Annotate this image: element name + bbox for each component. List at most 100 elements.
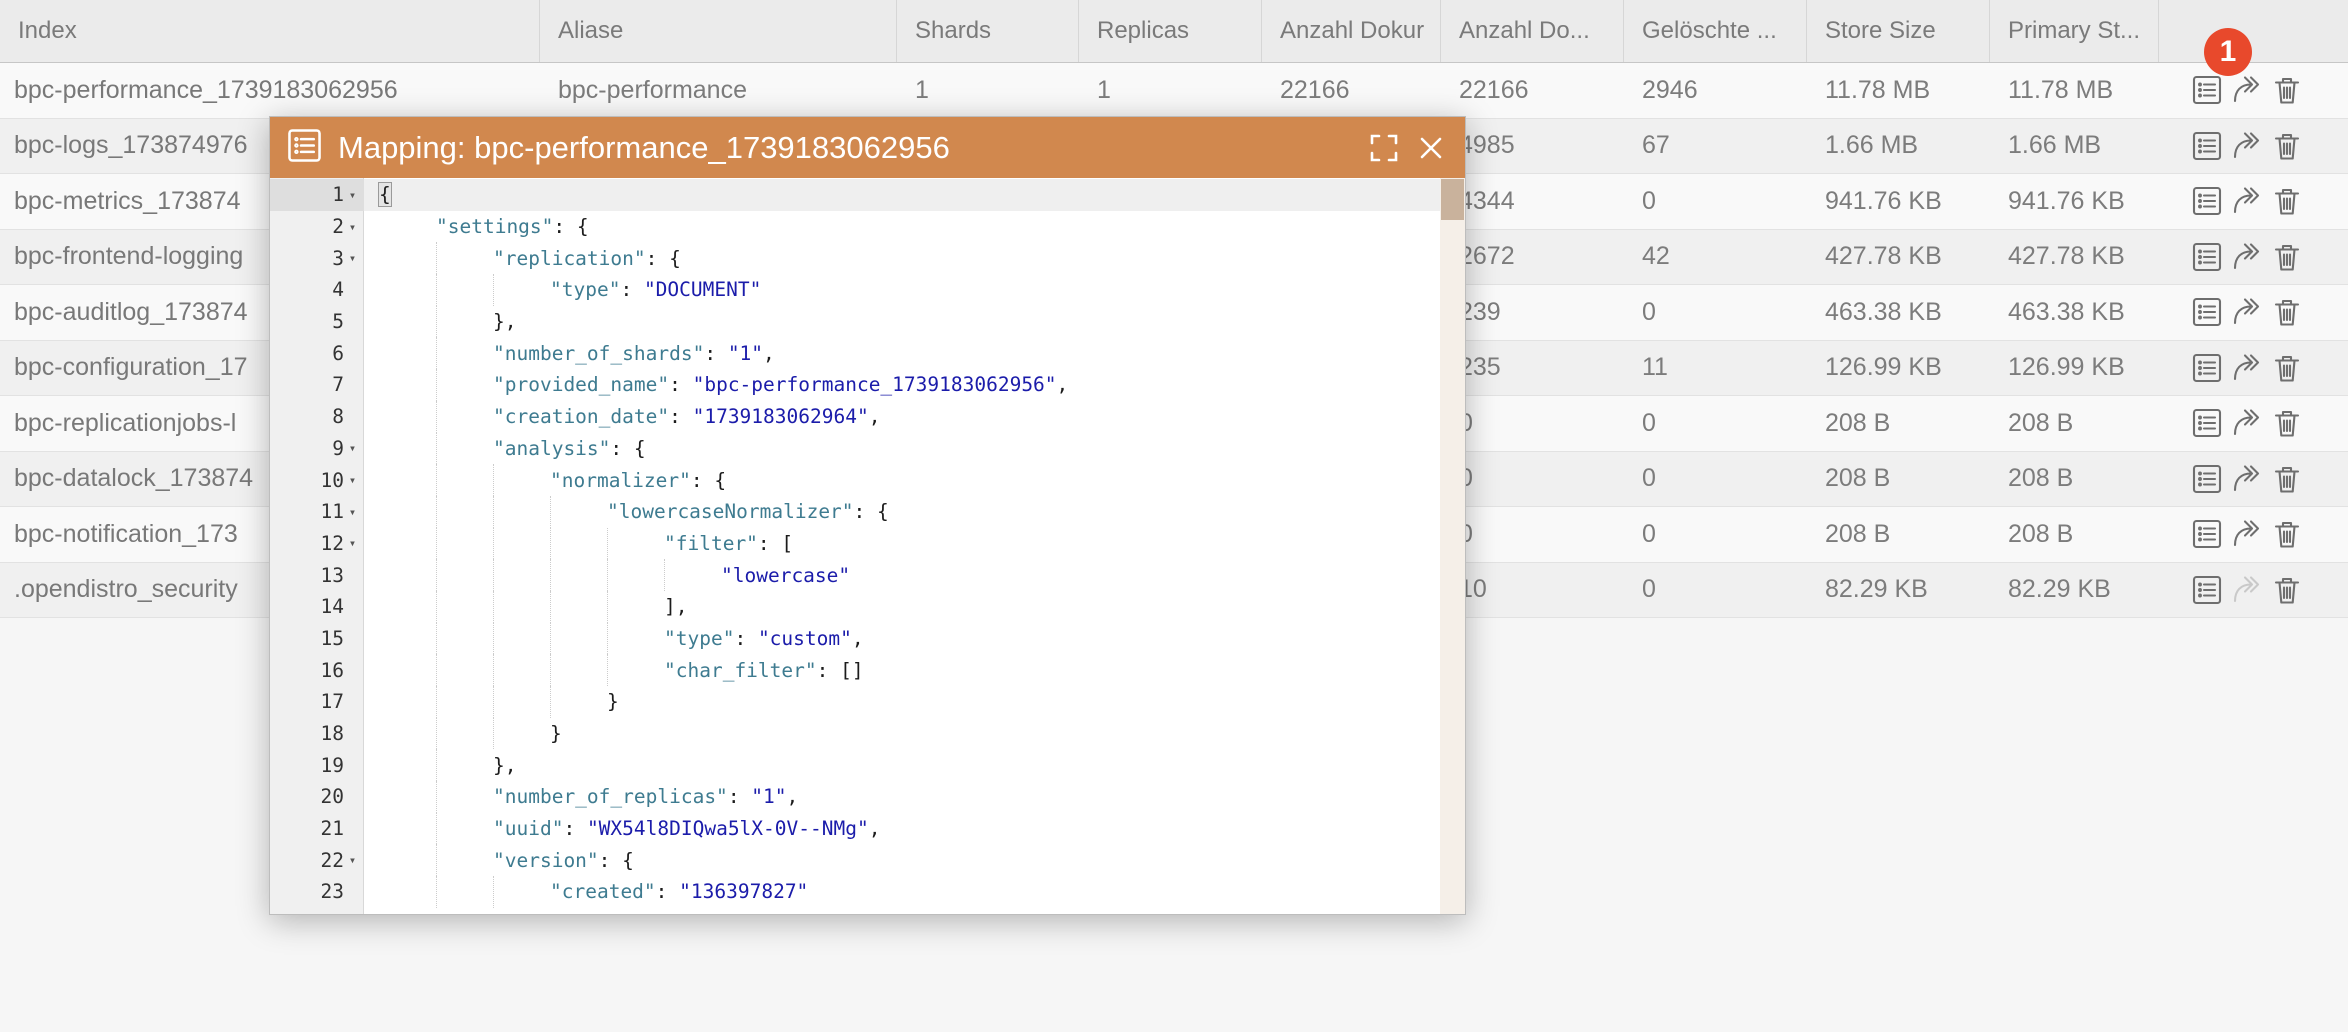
editor-scrollbar-track[interactable] xyxy=(1440,178,1465,914)
mapping-icon[interactable] xyxy=(2191,518,2223,550)
column-header-primary[interactable]: Primary St... xyxy=(1990,0,2159,62)
trash-icon[interactable] xyxy=(2271,185,2303,217)
share-icon[interactable] xyxy=(2231,518,2263,550)
close-icon[interactable] xyxy=(1415,132,1447,164)
trash-icon[interactable] xyxy=(2271,407,2303,439)
code-line[interactable]: 9▾"analysis": { xyxy=(270,433,1440,465)
code-line-content[interactable]: "type": "DOCUMENT" xyxy=(364,274,1440,306)
code-line-content[interactable]: } xyxy=(364,718,1440,750)
code-line-content[interactable]: "lowercase" xyxy=(364,559,1440,591)
code-line[interactable]: 15"type": "custom", xyxy=(270,623,1440,655)
code-line[interactable]: 17} xyxy=(270,686,1440,718)
code-line-content[interactable]: "filter": [ xyxy=(364,528,1440,560)
column-header-deleted[interactable]: Gelöschte ... xyxy=(1624,0,1807,62)
fullscreen-icon[interactable] xyxy=(1368,132,1400,164)
fold-toggle-icon[interactable]: ▾ xyxy=(344,853,361,867)
share-icon[interactable] xyxy=(2231,130,2263,162)
share-icon[interactable] xyxy=(2231,185,2263,217)
code-line[interactable]: 20"number_of_replicas": "1", xyxy=(270,781,1440,813)
fold-toggle-icon[interactable]: ▾ xyxy=(344,505,361,519)
fold-toggle-icon[interactable]: ▾ xyxy=(344,251,361,265)
column-header-shards[interactable]: Shards xyxy=(897,0,1079,62)
code-line[interactable]: 19}, xyxy=(270,749,1440,781)
code-line[interactable]: 22▾"version": { xyxy=(270,844,1440,876)
code-line[interactable]: 2▾"settings": { xyxy=(270,211,1440,243)
share-icon[interactable] xyxy=(2231,352,2263,384)
mapping-icon[interactable] xyxy=(2191,185,2223,217)
code-line[interactable]: 14], xyxy=(270,591,1440,623)
trash-icon[interactable] xyxy=(2271,130,2303,162)
code-line[interactable]: 18} xyxy=(270,718,1440,750)
code-line-content[interactable]: "analysis": { xyxy=(364,433,1440,465)
code-line[interactable]: 21"uuid": "WX54l8DIQwa5lX-0V--NMg", xyxy=(270,813,1440,845)
mapping-icon[interactable] xyxy=(2191,352,2223,384)
column-header-aliase[interactable]: Aliase xyxy=(540,0,897,62)
code-line-content[interactable]: "type": "custom", xyxy=(364,623,1440,655)
mapping-icon[interactable] xyxy=(2191,130,2223,162)
trash-icon[interactable] xyxy=(2271,241,2303,273)
fold-toggle-icon[interactable]: ▾ xyxy=(344,220,361,234)
column-header-store[interactable]: Store Size xyxy=(1807,0,1990,62)
column-header-replicas[interactable]: Replicas xyxy=(1079,0,1262,62)
code-line-content[interactable]: "normalizer": { xyxy=(364,464,1440,496)
mapping-icon[interactable] xyxy=(2191,74,2223,106)
code-line-content[interactable]: "replication": { xyxy=(364,242,1440,274)
code-line[interactable]: 3▾"replication": { xyxy=(270,242,1440,274)
code-line-content[interactable]: } xyxy=(364,686,1440,718)
code-line-content[interactable]: "settings": { xyxy=(364,211,1440,243)
code-line[interactable]: 4 "type": "DOCUMENT" xyxy=(270,274,1440,306)
mapping-icon[interactable] xyxy=(2191,296,2223,328)
trash-icon[interactable] xyxy=(2271,463,2303,495)
share-icon[interactable] xyxy=(2231,463,2263,495)
trash-icon[interactable] xyxy=(2271,74,2303,106)
code-line-content[interactable]: "uuid": "WX54l8DIQwa5lX-0V--NMg", xyxy=(364,813,1440,845)
code-line-content[interactable]: { xyxy=(364,179,1440,211)
code-line[interactable]: 6"number_of_shards": "1", xyxy=(270,337,1440,369)
code-line-content[interactable]: "version": { xyxy=(364,844,1440,876)
code-line[interactable]: 5}, xyxy=(270,306,1440,338)
code-line-content[interactable]: "char_filter": [] xyxy=(364,654,1440,686)
code-line-content[interactable]: "number_of_replicas": "1", xyxy=(364,781,1440,813)
share-icon[interactable] xyxy=(2231,74,2263,106)
mapping-icon[interactable] xyxy=(2191,407,2223,439)
code-line-content[interactable]: "number_of_shards": "1", xyxy=(364,337,1440,369)
mapping-icon[interactable] xyxy=(2191,463,2223,495)
share-icon[interactable] xyxy=(2231,296,2263,328)
code-line[interactable]: 13"lowercase" xyxy=(270,559,1440,591)
fold-toggle-icon[interactable]: ▾ xyxy=(344,536,361,550)
share-icon[interactable] xyxy=(2231,407,2263,439)
column-header-docs2[interactable]: Anzahl Do... xyxy=(1441,0,1624,62)
share-icon[interactable] xyxy=(2231,241,2263,273)
code-line[interactable]: 1▾{ xyxy=(270,179,1440,211)
code-line-content[interactable]: }, xyxy=(364,306,1440,338)
line-number: 4 xyxy=(270,278,344,301)
code-line-content[interactable]: ], xyxy=(364,591,1440,623)
column-header-index[interactable]: Index xyxy=(0,0,540,62)
code-line[interactable]: 16"char_filter": [] xyxy=(270,654,1440,686)
code-line[interactable]: 11▾"lowercaseNormalizer": { xyxy=(270,496,1440,528)
trash-icon[interactable] xyxy=(2271,352,2303,384)
editor-scrollbar-thumb[interactable] xyxy=(1441,179,1464,220)
code-line-content[interactable]: "lowercaseNormalizer": { xyxy=(364,496,1440,528)
fold-toggle-icon[interactable]: ▾ xyxy=(344,441,361,455)
code-line-content[interactable]: "provided_name": "bpc-performance_173918… xyxy=(364,369,1440,401)
trash-icon[interactable] xyxy=(2271,296,2303,328)
share-icon[interactable] xyxy=(2231,574,2263,606)
trash-icon[interactable] xyxy=(2271,574,2303,606)
trash-icon[interactable] xyxy=(2271,518,2303,550)
code-line[interactable]: 7"provided_name": "bpc-performance_17391… xyxy=(270,369,1440,401)
code-line-content[interactable]: }, xyxy=(364,749,1440,781)
column-header-docs[interactable]: Anzahl Dokur xyxy=(1262,0,1441,62)
notification-badge[interactable]: 1 xyxy=(2204,28,2252,76)
code-line-content[interactable]: "created": "136397827" xyxy=(364,876,1440,908)
mapping-icon[interactable] xyxy=(2191,241,2223,273)
code-line[interactable]: 10▾"normalizer": { xyxy=(270,464,1440,496)
indent-spacer xyxy=(379,528,436,560)
fold-toggle-icon[interactable]: ▾ xyxy=(344,473,361,487)
code-line[interactable]: 23"created": "136397827" xyxy=(270,876,1440,908)
fold-toggle-icon[interactable]: ▾ xyxy=(344,188,361,202)
mapping-icon[interactable] xyxy=(2191,574,2223,606)
code-line-content[interactable]: "creation_date": "1739183062964", xyxy=(364,401,1440,433)
code-line[interactable]: 8"creation_date": "1739183062964", xyxy=(270,401,1440,433)
code-line[interactable]: 12▾"filter": [ xyxy=(270,528,1440,560)
